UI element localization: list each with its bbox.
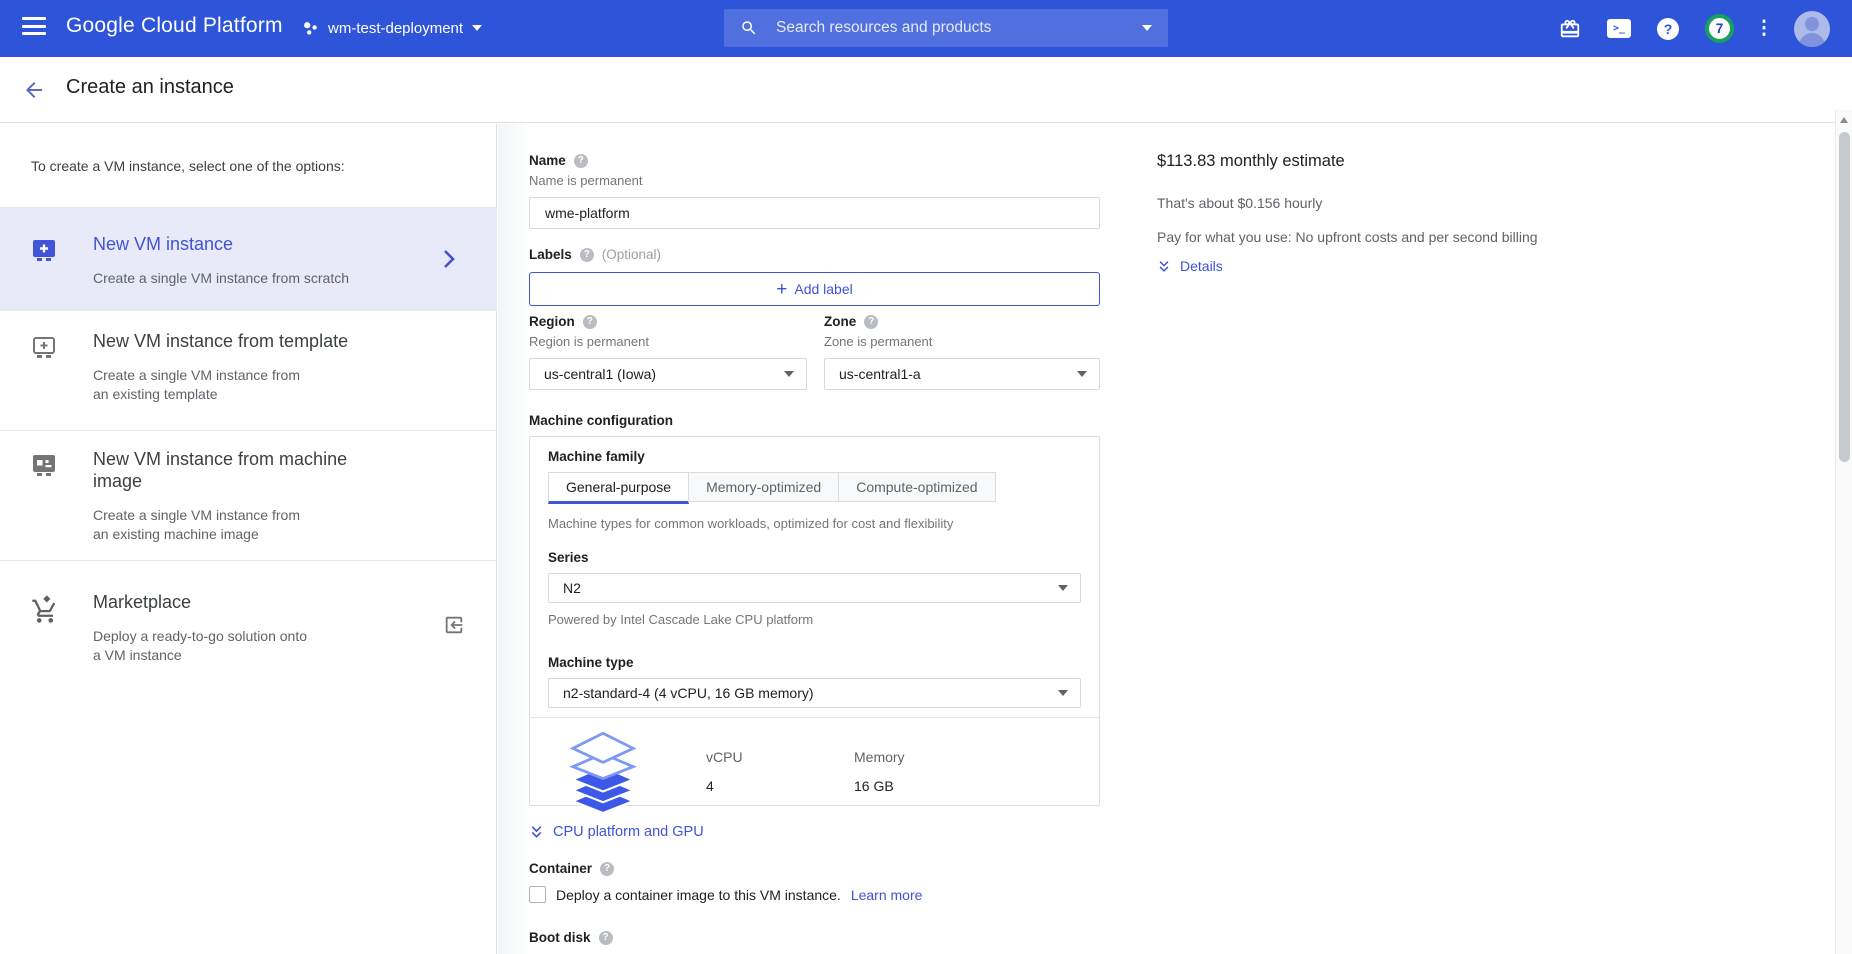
monthly-estimate: $113.83 monthly estimate (1157, 152, 1345, 171)
search-icon (740, 19, 758, 37)
menu-icon[interactable] (22, 17, 48, 39)
region-select[interactable]: us-central1 (Iowa) (529, 358, 807, 390)
sidebar-item-subtitle: Create a single VM instance from scratch (93, 269, 349, 288)
brand-logo[interactable]: Google Cloud Platform (66, 14, 283, 38)
zone-select[interactable]: us-central1-a (824, 358, 1100, 390)
zone-help-icon[interactable] (864, 315, 878, 329)
more-options-icon[interactable]: ⋮ (1760, 26, 1768, 32)
scrollbar-thumb[interactable] (1839, 132, 1850, 462)
labels-help-icon[interactable] (580, 248, 594, 262)
sidebar-shadow-gutter (498, 124, 529, 954)
container-label: Container (529, 861, 592, 876)
sidebar-item-new-vm-instance[interactable]: New VM instance Create a single VM insta… (0, 207, 497, 310)
memory-value: 16 GB (854, 778, 1002, 794)
labels-optional: (Optional) (602, 247, 661, 262)
sidebar-item-title: New VM instance from machine image (93, 449, 347, 493)
marketplace-cart-icon (31, 595, 58, 625)
name-help-icon[interactable] (574, 154, 588, 168)
project-selector[interactable]: wm-test-deployment (302, 12, 482, 44)
dropdown-caret-icon (1077, 371, 1087, 377)
gift-icon[interactable] (1559, 18, 1581, 40)
labels-label: Labels (529, 247, 572, 262)
project-name: wm-test-deployment (328, 20, 463, 37)
add-label-button[interactable]: Add label (529, 272, 1100, 306)
series-label: Series (548, 550, 1081, 565)
notifications-badge[interactable]: 7 (1705, 14, 1734, 43)
vcpu-label: vCPU (706, 749, 854, 765)
zone-label: Zone (824, 314, 856, 329)
machine-family-description: Machine types for common workloads, opti… (548, 516, 1081, 531)
zone-hint: Zone is permanent (824, 334, 1100, 349)
sidebar-item-new-vm-from-template[interactable]: New VM instance from template Create a s… (0, 310, 497, 430)
search-bar[interactable] (724, 9, 1168, 47)
machine-family-tabs: General-purpose Memory-optimized Compute… (548, 472, 1081, 504)
cpu-platform-gpu-expander[interactable]: CPU platform and GPU (529, 824, 1100, 840)
layer-stack-icon (564, 729, 642, 813)
boot-disk-help-icon[interactable] (599, 931, 613, 945)
sidebar-item-subtitle: Create a single VM instance from an exis… (93, 506, 347, 544)
container-help-icon[interactable] (600, 862, 614, 876)
vm-instance-icon (31, 237, 58, 263)
sidebar-intro-text: To create a VM instance, select one of t… (31, 158, 345, 174)
machine-type-select[interactable]: n2-standard-4 (4 vCPU, 16 GB memory) (548, 678, 1081, 708)
chevron-right-icon (439, 246, 459, 272)
vcpu-value: 4 (706, 778, 854, 794)
help-icon[interactable]: ? (1657, 18, 1679, 40)
tab-memory-optimized[interactable]: Memory-optimized (688, 472, 839, 502)
sidebar-item-title: New VM instance (93, 234, 349, 256)
double-chevron-down-icon (1157, 259, 1171, 274)
container-text: Deploy a container image to this VM inst… (556, 887, 841, 903)
details-expander[interactable]: Details (1157, 258, 1223, 274)
sidebar-item-title: Marketplace (93, 592, 307, 614)
sidebar-item-title: New VM instance from template (93, 331, 348, 353)
dropdown-caret-icon (1058, 690, 1068, 696)
machine-configuration-heading: Machine configuration (529, 413, 1100, 428)
double-chevron-down-icon (529, 824, 544, 840)
machine-type-label: Machine type (548, 655, 1081, 670)
machine-configuration-panel: Machine family General-purpose Memory-op… (529, 436, 1100, 806)
search-input[interactable] (774, 18, 1142, 38)
dropdown-caret-icon (784, 371, 794, 377)
region-label: Region (529, 314, 575, 329)
create-options-sidebar: To create a VM instance, select one of t… (0, 124, 497, 954)
boot-disk-label: Boot disk (529, 930, 591, 945)
plus-icon (776, 280, 787, 299)
search-options-caret-icon[interactable] (1142, 25, 1152, 31)
instance-form: Name Name is permanent Labels (Optional)… (529, 124, 1100, 954)
instance-name-input[interactable] (529, 197, 1100, 229)
page-title: Create an instance (66, 76, 234, 99)
back-arrow-icon[interactable] (20, 76, 48, 104)
avatar[interactable] (1794, 11, 1830, 47)
vertical-scrollbar[interactable] (1835, 110, 1852, 954)
vm-template-icon (31, 334, 58, 360)
exit-to-app-icon (443, 614, 465, 636)
page-header: Create an instance (0, 57, 1852, 123)
billing-note: Pay for what you use: No upfront costs a… (1157, 229, 1538, 245)
deploy-container-checkbox[interactable] (529, 886, 546, 903)
hourly-estimate: That's about $0.156 hourly (1157, 195, 1322, 211)
top-app-bar: Google Cloud Platform wm-test-deployment… (0, 0, 1852, 57)
project-icon (302, 20, 319, 37)
memory-label: Memory (854, 749, 1002, 765)
machine-family-label: Machine family (548, 449, 1081, 464)
machine-image-icon (31, 452, 58, 478)
sidebar-item-marketplace[interactable]: Marketplace Deploy a ready-to-go solutio… (0, 560, 497, 690)
sidebar-item-new-vm-from-machine-image[interactable]: New VM instance from machine image Creat… (0, 430, 497, 560)
learn-more-link[interactable]: Learn more (851, 887, 923, 903)
tab-general-purpose[interactable]: General-purpose (548, 472, 689, 504)
name-label: Name (529, 153, 566, 168)
region-help-icon[interactable] (583, 315, 597, 329)
cloud-shell-icon[interactable]: >_ (1607, 19, 1631, 38)
sidebar-item-subtitle: Deploy a ready-to-go solution onto a VM … (93, 627, 307, 665)
dropdown-caret-icon (1058, 585, 1068, 591)
series-select[interactable]: N2 (548, 573, 1081, 603)
series-hint: Powered by Intel Cascade Lake CPU platfo… (548, 612, 1081, 627)
name-hint: Name is permanent (529, 173, 1100, 188)
scroll-up-arrow[interactable] (1840, 117, 1848, 123)
sidebar-item-subtitle: Create a single VM instance from an exis… (93, 366, 348, 404)
region-hint: Region is permanent (529, 334, 807, 349)
chevron-down-icon (472, 25, 482, 31)
tab-compute-optimized[interactable]: Compute-optimized (838, 472, 995, 502)
